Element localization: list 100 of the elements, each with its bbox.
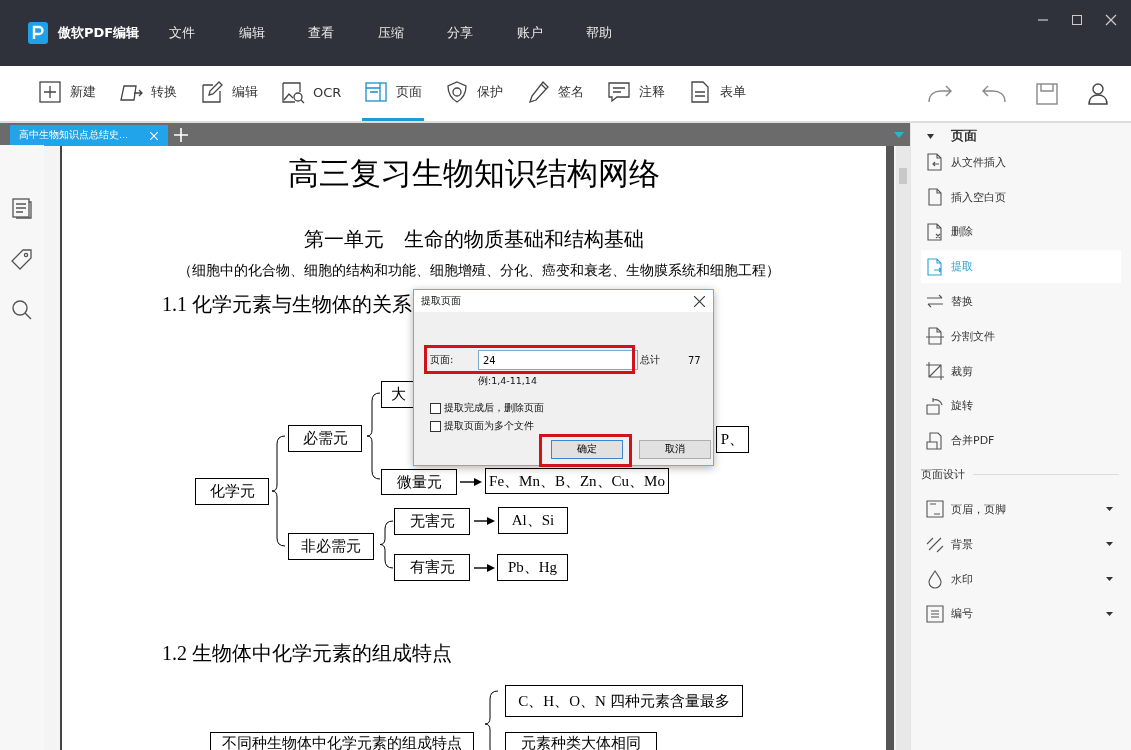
tool-button[interactable]: OCR xyxy=(279,66,344,121)
pages-input-field[interactable]: 24 xyxy=(478,350,638,370)
undo-icon[interactable] xyxy=(981,83,1007,104)
arrow xyxy=(473,564,495,572)
section-heading: 1.2 生物体中化学元素的组成特点 xyxy=(162,641,452,666)
add-tab-icon[interactable] xyxy=(174,127,189,142)
unit-subtitle: （细胞中的化合物、细胞的结构和功能、细胞增殖、分化、癌变和衰老、生物膜系统和细胞工程） xyxy=(177,262,782,280)
menu-item[interactable]: 帮助 xyxy=(586,24,656,42)
diagram-node: Fe、Mn、B、Zn、Cu、Mo xyxy=(485,468,669,494)
cancel-button[interactable]: 取消 xyxy=(639,440,711,459)
dialog-title: 提取页面 xyxy=(421,294,461,308)
extract-icon xyxy=(925,256,945,277)
diagram-node: 有害元 xyxy=(394,554,470,581)
plus-icon xyxy=(38,80,62,104)
confirm-button[interactable]: 确定 xyxy=(551,440,623,459)
checkbox[interactable] xyxy=(430,421,441,432)
page-icon xyxy=(364,80,389,104)
diagram-node: Pb、Hg xyxy=(497,554,568,581)
close-icon[interactable] xyxy=(694,295,705,307)
logo-icon xyxy=(28,22,48,44)
arrow xyxy=(459,478,482,486)
tool-button[interactable]: 转换 xyxy=(117,66,179,121)
menu-item[interactable]: 分享 xyxy=(447,24,517,42)
tool-button[interactable]: 保护 xyxy=(443,66,506,121)
tool-button[interactable]: 新建 xyxy=(36,66,98,121)
redo-icon[interactable] xyxy=(927,83,953,104)
panel-item[interactable]: 编号 xyxy=(921,597,1121,631)
caret-icon[interactable] xyxy=(1106,507,1113,512)
pen-icon xyxy=(526,80,551,104)
drop-icon xyxy=(925,569,945,590)
checkbox[interactable] xyxy=(430,403,441,414)
diagram-node: 元素种类大体相同 xyxy=(505,732,657,750)
blank-icon xyxy=(925,187,945,208)
arrow xyxy=(473,517,495,525)
panel-item[interactable]: 删除 xyxy=(921,215,1121,249)
tool-button[interactable]: 注释 xyxy=(605,66,668,121)
section-title: 页面设计 xyxy=(921,466,965,482)
search-icon[interactable] xyxy=(11,299,33,321)
checkbox-option[interactable]: 提取完成后，删除页面 xyxy=(430,402,713,415)
maximize-icon[interactable] xyxy=(1071,14,1083,26)
header-icon xyxy=(925,499,945,520)
diagram-node: 非必需元 xyxy=(288,533,374,560)
panel-item[interactable]: 旋转 xyxy=(921,389,1121,423)
caret-icon[interactable] xyxy=(1106,577,1113,582)
tool-button[interactable]: 签名 xyxy=(524,66,587,121)
merge-icon xyxy=(925,430,945,451)
panel-item[interactable]: 背景 xyxy=(921,527,1121,561)
ocr-icon xyxy=(281,80,305,104)
user-icon[interactable] xyxy=(1087,81,1109,106)
pages-icon[interactable] xyxy=(11,197,33,219)
panel-item[interactable]: 合并PDF xyxy=(921,424,1121,458)
tool-button[interactable]: 表单 xyxy=(686,66,749,121)
menu-item[interactable]: 查看 xyxy=(308,24,378,42)
diagram-node: 不同种生物体中化学元素的组成特点 xyxy=(210,732,474,750)
split-icon xyxy=(925,326,945,347)
panel-item[interactable]: 水印 xyxy=(921,562,1121,596)
panel-item[interactable]: 替换 xyxy=(921,285,1121,318)
caret-icon[interactable] xyxy=(1106,611,1113,616)
scrollbar[interactable] xyxy=(896,146,910,750)
comment-icon xyxy=(607,80,632,104)
diagram-node: 化学元 xyxy=(195,478,269,505)
panel-item[interactable]: 插入空白页 xyxy=(921,180,1121,214)
field-label: 页面: xyxy=(430,353,455,367)
diagram-node: 大 xyxy=(381,381,415,408)
unit-heading: 第一单元 生命的物质基础和结构基础 xyxy=(303,227,646,252)
tool-button[interactable]: 编辑 xyxy=(198,66,260,121)
crop-icon xyxy=(925,361,945,382)
menu-item[interactable]: 文件 xyxy=(169,24,239,42)
total-label: 总计 xyxy=(640,353,660,367)
section-heading: 1.1 化学元素与生物体的关系 xyxy=(162,292,412,317)
panel-item[interactable]: 页眉，页脚 xyxy=(921,492,1121,526)
rotate-icon xyxy=(925,395,945,416)
diagram-node: 必需元 xyxy=(288,425,362,452)
diagram-node: C、H、O、N 四种元素含量最多 xyxy=(505,685,743,717)
menu-item[interactable]: 账户 xyxy=(516,24,587,42)
caret-icon[interactable] xyxy=(1106,542,1113,547)
section-title: 页面 xyxy=(951,127,977,145)
menu-item[interactable]: 编辑 xyxy=(238,24,309,42)
checkbox-option[interactable]: 提取页面为多个文件 xyxy=(430,420,713,433)
panel-item[interactable]: 分割文件 xyxy=(921,319,1121,353)
shield-icon xyxy=(445,80,470,104)
panel-item[interactable]: 裁剪 xyxy=(921,354,1121,388)
hint-text: 例:1,4-11,14 xyxy=(477,375,538,388)
diagram-node: P、 xyxy=(716,426,749,453)
menu-item[interactable]: 压缩 xyxy=(377,24,448,42)
section-header[interactable]: 页面 xyxy=(921,123,1131,144)
brace xyxy=(484,690,499,750)
total-count: 77 xyxy=(688,354,701,366)
brace xyxy=(379,520,394,569)
delete-icon xyxy=(925,221,945,242)
insert-icon xyxy=(925,152,945,173)
tag-icon[interactable] xyxy=(11,248,33,270)
edit-icon xyxy=(200,80,224,104)
diagram-node: 无害元 xyxy=(394,508,470,535)
number-icon xyxy=(925,603,945,624)
app-name: 傲软PDF编辑 xyxy=(58,24,140,42)
diagram-node: 微量元 xyxy=(381,469,457,495)
document-title: 高三复习生物知识结构网络 xyxy=(287,155,662,193)
panel-item[interactable]: 从文件插入 xyxy=(921,145,1121,179)
diagram-node: Al、Si xyxy=(498,507,568,534)
